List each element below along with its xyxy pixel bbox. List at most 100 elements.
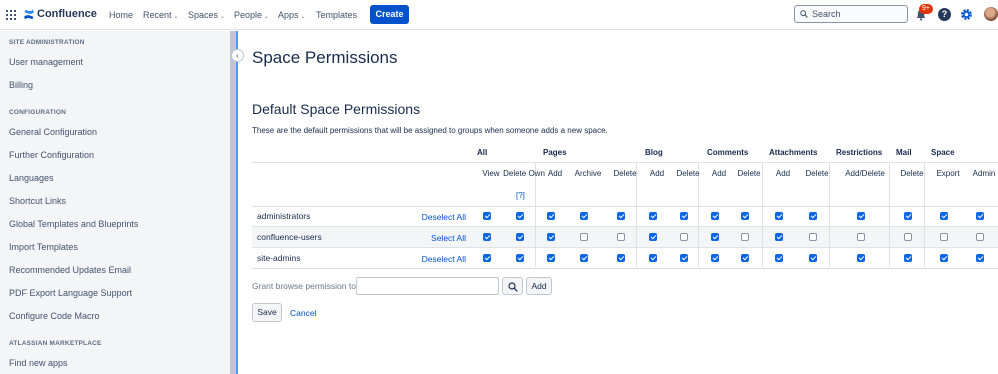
- table-rule: [252, 268, 998, 269]
- nav-people-label: People: [234, 10, 263, 20]
- permission-checkbox[interactable]: [483, 233, 491, 241]
- permission-checkbox[interactable]: [516, 254, 524, 262]
- grant-search-button[interactable]: [502, 277, 523, 295]
- sidebar-item-languages[interactable]: Languages: [9, 173, 54, 183]
- collapse-sidebar-button[interactable]: ‹: [231, 49, 244, 62]
- permission-checkbox[interactable]: [741, 233, 749, 241]
- app-name[interactable]: Confluence: [37, 8, 97, 20]
- permission-checkbox[interactable]: [547, 254, 555, 262]
- permission-checkbox[interactable]: [711, 212, 719, 220]
- search-input[interactable]: Search: [794, 5, 908, 23]
- permission-checkbox[interactable]: [976, 254, 984, 262]
- table-rule: [252, 206, 998, 207]
- permission-checkbox[interactable]: [775, 254, 783, 262]
- table-row-highlight: [252, 227, 998, 247]
- permission-checkbox[interactable]: [649, 233, 657, 241]
- permission-checkbox[interactable]: [547, 233, 555, 241]
- cancel-link[interactable]: Cancel: [290, 308, 316, 318]
- search-icon: [508, 282, 518, 292]
- permission-checkbox[interactable]: [483, 254, 491, 262]
- nav-home[interactable]: Home: [109, 10, 133, 20]
- nav-recent-label: Recent: [143, 10, 172, 20]
- permission-checkbox[interactable]: [857, 212, 865, 220]
- permission-checkbox[interactable]: [580, 212, 588, 220]
- sidebar-item-general-configuration[interactable]: General Configuration: [9, 127, 97, 137]
- gear-icon[interactable]: [960, 8, 973, 21]
- select-all-link[interactable]: Select All: [431, 233, 466, 243]
- deselect-all-link[interactable]: Deselect All: [422, 212, 466, 222]
- permission-checkbox[interactable]: [547, 212, 555, 220]
- permission-checkbox[interactable]: [809, 233, 817, 241]
- app-switcher-icon[interactable]: [6, 10, 16, 20]
- permission-checkbox[interactable]: [711, 233, 719, 241]
- create-button[interactable]: Create: [370, 5, 409, 24]
- group-name: site-admins: [257, 253, 301, 263]
- nav-recent[interactable]: Recent ⌄: [143, 10, 179, 20]
- nav-spaces[interactable]: Spaces ⌄: [188, 10, 225, 20]
- permission-checkbox[interactable]: [741, 212, 749, 220]
- permission-checkbox[interactable]: [809, 212, 817, 220]
- delete-own-help-link[interactable]: [?]: [516, 191, 525, 200]
- sidebar-item-configure-code-macro[interactable]: Configure Code Macro: [9, 311, 100, 321]
- permission-checkbox[interactable]: [649, 212, 657, 220]
- sidebar-item-further-configuration[interactable]: Further Configuration: [9, 150, 94, 160]
- sidebar-item-billing[interactable]: Billing: [9, 80, 33, 90]
- permission-checkbox[interactable]: [711, 254, 719, 262]
- permission-checkbox[interactable]: [976, 212, 984, 220]
- permission-checkbox[interactable]: [516, 233, 524, 241]
- grant-browse-input[interactable]: [356, 277, 499, 295]
- permission-checkbox[interactable]: [680, 254, 688, 262]
- group-header: Blog: [645, 148, 663, 157]
- permission-checkbox[interactable]: [904, 233, 912, 241]
- permission-checkbox[interactable]: [904, 212, 912, 220]
- confluence-logo-icon[interactable]: [23, 8, 35, 21]
- sidebar-heading-configuration: CONFIGURATION: [9, 109, 67, 116]
- permission-checkbox[interactable]: [617, 254, 625, 262]
- nav-templates-label: Templates: [316, 10, 358, 20]
- permission-checkbox[interactable]: [580, 254, 588, 262]
- chevron-down-icon: ⌄: [300, 14, 306, 20]
- nav-apps[interactable]: Apps ⌄: [278, 10, 306, 20]
- permission-checkbox[interactable]: [775, 233, 783, 241]
- permission-checkbox[interactable]: [857, 254, 865, 262]
- sidebar-item-find-new-apps[interactable]: Find new apps: [9, 358, 68, 368]
- permission-checkbox[interactable]: [976, 233, 984, 241]
- sidebar-resize-handle[interactable]: [236, 31, 238, 374]
- add-button[interactable]: Add: [526, 277, 552, 295]
- chevron-left-icon: ‹: [236, 51, 239, 60]
- permission-checkbox[interactable]: [741, 254, 749, 262]
- deselect-all-link[interactable]: Deselect All: [422, 254, 466, 264]
- permission-checkbox[interactable]: [857, 233, 865, 241]
- permission-checkbox[interactable]: [617, 212, 625, 220]
- chevron-down-icon: ⌄: [173, 14, 179, 20]
- permission-checkbox[interactable]: [617, 233, 625, 241]
- sidebar-item-pdf-export-language-support[interactable]: PDF Export Language Support: [9, 288, 132, 298]
- permission-checkbox[interactable]: [940, 212, 948, 220]
- sidebar-item-recommended-updates-email[interactable]: Recommended Updates Email: [9, 265, 131, 275]
- sidebar-item-import-templates[interactable]: Import Templates: [9, 242, 78, 252]
- search-icon: [800, 10, 808, 18]
- permission-checkbox[interactable]: [775, 212, 783, 220]
- table-rule: [252, 247, 998, 248]
- nav-templates[interactable]: Templates: [316, 10, 357, 20]
- sidebar-item-global-templates[interactable]: Global Templates and Blueprints: [9, 219, 138, 229]
- permission-checkbox[interactable]: [516, 212, 524, 220]
- sidebar-heading-atlassian-marketplace: ATLASSIAN MARKETPLACE: [9, 340, 102, 347]
- nav-people[interactable]: People ⌄: [234, 10, 269, 20]
- permission-checkbox[interactable]: [680, 233, 688, 241]
- avatar[interactable]: [984, 7, 998, 21]
- sidebar-item-shortcut-links[interactable]: Shortcut Links: [9, 196, 66, 206]
- sidebar-item-user-management[interactable]: User management: [9, 57, 83, 67]
- permission-checkbox[interactable]: [940, 254, 948, 262]
- permission-checkbox[interactable]: [904, 254, 912, 262]
- sidebar-heading-site-administration: SITE ADMINISTRATION: [9, 39, 85, 46]
- permission-checkbox[interactable]: [809, 254, 817, 262]
- permission-checkbox[interactable]: [580, 233, 588, 241]
- permission-checkbox[interactable]: [483, 212, 491, 220]
- save-button[interactable]: Save: [252, 303, 282, 322]
- section-description: These are the default permissions that w…: [252, 126, 608, 135]
- permission-checkbox[interactable]: [680, 212, 688, 220]
- help-icon[interactable]: ?: [938, 8, 951, 21]
- permission-checkbox[interactable]: [940, 233, 948, 241]
- permission-checkbox[interactable]: [649, 254, 657, 262]
